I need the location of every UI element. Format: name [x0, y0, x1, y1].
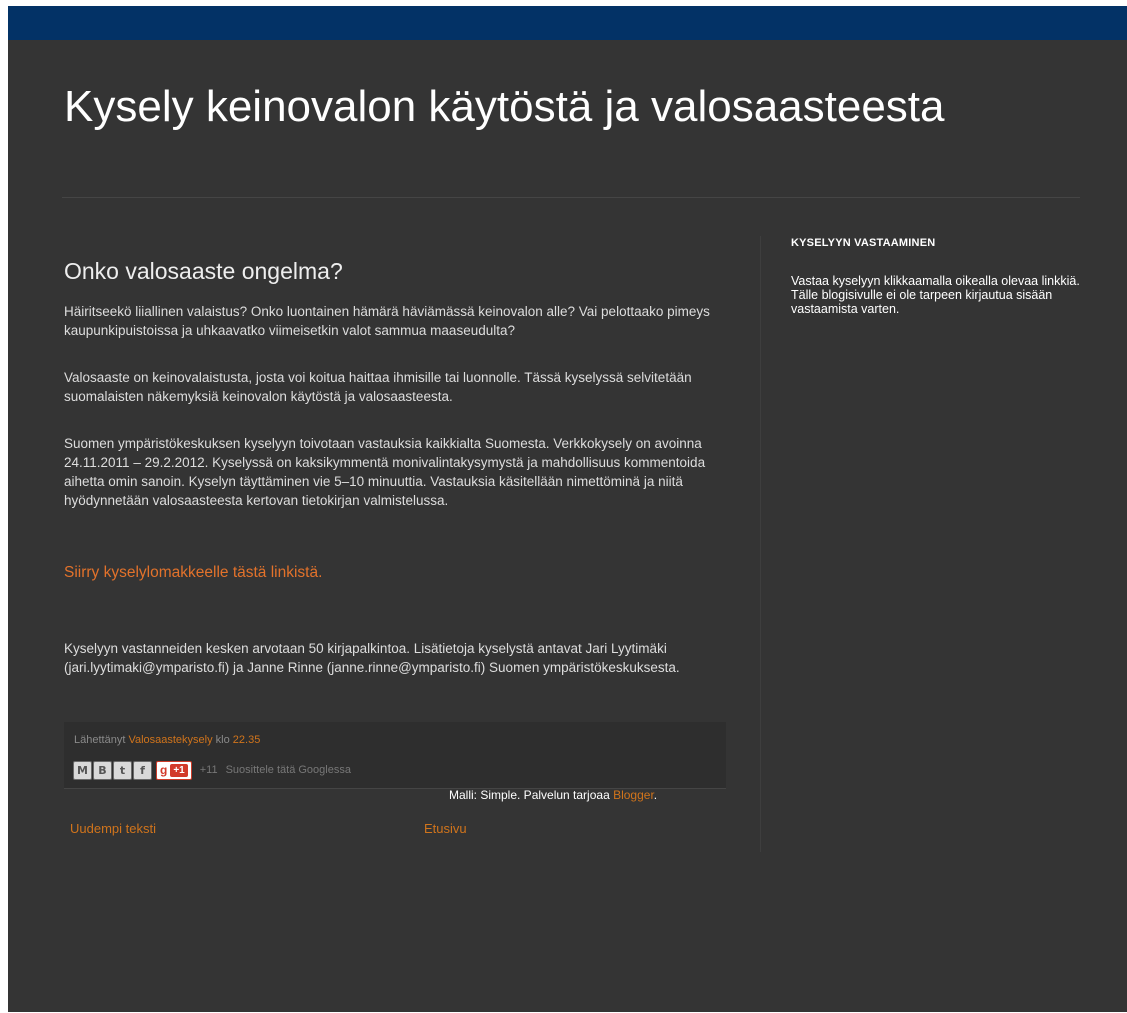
top-bar	[8, 6, 1127, 40]
google-plus-one-button[interactable]: g +1	[156, 760, 192, 780]
home-link[interactable]: Etusivu	[424, 821, 467, 836]
posted-by-label: Lähettänyt	[74, 734, 126, 746]
header-divider	[62, 197, 1080, 198]
at-label: klo	[215, 734, 230, 746]
newer-post-link[interactable]: Uudempi teksti	[70, 821, 156, 836]
share-row: M B t f g +1 +11 Suosittele tätä Googles…	[73, 759, 351, 781]
post-footer: Lähettänyt Valosaastekysely klo 22.35 M …	[64, 722, 726, 789]
sidebar-text: Vastaa kyselyyn klikkaamalla oikealla ol…	[791, 274, 1080, 316]
post-byline: Lähettänyt Valosaastekysely klo 22.35	[74, 734, 260, 746]
post-time-link[interactable]: 22.35	[233, 734, 261, 746]
post-paragraph: Kyselyyn vastanneiden kesken arvotaan 50…	[64, 641, 680, 675]
plus-one-count: +11	[199, 764, 218, 776]
footer-attribution: Malli: Simple. Palvelun tarjoaa Blogger.	[449, 788, 657, 802]
footer-suffix: .	[653, 788, 658, 802]
blog-title[interactable]: Kysely keinovalon käytöstä ja valosaaste…	[64, 82, 945, 132]
post-paragraph: Valosaaste on keinovalaistusta, josta vo…	[64, 370, 692, 404]
post-paragraph: Häiritseekö liiallinen valaistus? Onko l…	[64, 304, 710, 338]
recommend-google-text: Suosittele tätä Googlessa	[225, 764, 351, 776]
page-frame: Kysely keinovalon käytöstä ja valosaaste…	[8, 6, 1127, 1012]
sidebar-heading: KYSELYYN VASTAAMINEN	[791, 237, 936, 249]
facebook-share-icon[interactable]: f	[133, 760, 152, 780]
twitter-share-icon[interactable]: t	[113, 760, 132, 780]
google-plus-icon: g	[160, 763, 168, 777]
blogger-link[interactable]: Blogger	[613, 788, 654, 802]
email-share-icon[interactable]: M	[73, 760, 92, 780]
sidebar-divider	[760, 236, 761, 852]
author-link[interactable]: Valosaastekysely	[128, 734, 212, 746]
blogger-share-icon[interactable]: B	[93, 760, 112, 780]
post-title: Onko valosaaste ongelma?	[64, 258, 343, 284]
footer-prefix: Malli: Simple. Palvelun tarjoaa	[449, 788, 614, 802]
survey-form-link[interactable]: Siirry kyselylomakkeelle tästä linkistä.	[64, 564, 322, 582]
plus-one-label: +1	[170, 763, 188, 777]
post-paragraph: Suomen ympäristökeskuksen kyselyyn toivo…	[64, 436, 706, 508]
